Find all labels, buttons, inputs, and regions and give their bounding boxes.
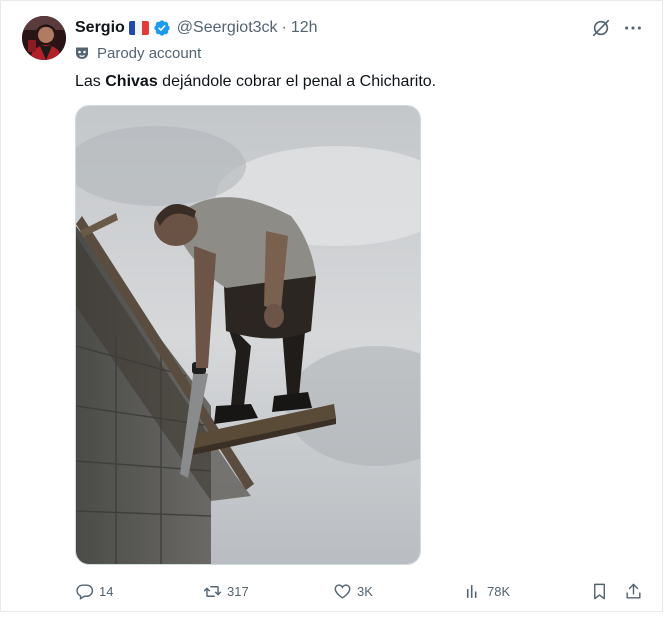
retweet-button[interactable]: 317	[203, 582, 249, 601]
avatar[interactable]	[22, 16, 66, 60]
reply-count: 14	[99, 583, 114, 599]
share-icon	[626, 583, 641, 599]
parody-label-text: Parody account	[97, 44, 202, 62]
parody-mask-icon	[75, 46, 89, 60]
heart-icon	[334, 583, 351, 599]
tweet-timestamp[interactable]: 12h	[291, 19, 318, 37]
author-handle[interactable]: @Seergiot3ck	[177, 19, 278, 37]
france-flag-icon	[128, 21, 149, 35]
tweet-text-bold: Chivas	[105, 73, 158, 90]
grok-icon[interactable]	[590, 17, 612, 39]
bookmark-icon	[594, 583, 605, 599]
author-name[interactable]: Sergio	[75, 19, 125, 37]
retweet-icon	[203, 585, 222, 597]
retweet-count: 317	[227, 583, 249, 599]
action-bar: 14 317 3K 78K	[75, 579, 647, 603]
verified-badge-icon[interactable]	[153, 19, 171, 37]
more-icon[interactable]	[622, 17, 644, 39]
tweet-text: Las Chivas dejándole cobrar el penal a C…	[75, 71, 436, 93]
like-count: 3K	[357, 583, 373, 599]
like-button[interactable]: 3K	[333, 582, 373, 601]
reply-icon	[76, 583, 94, 600]
parody-label: Parody account	[75, 43, 201, 63]
tweet-header: Sergio @Seergiot3ck · 12h	[75, 17, 318, 39]
tweet-text-part: Las	[75, 73, 106, 90]
photo-image	[76, 106, 420, 564]
tweet-photo[interactable]	[75, 105, 421, 565]
bookmark-button[interactable]	[590, 582, 609, 601]
reply-button[interactable]: 14	[75, 582, 113, 601]
views-chart-icon	[466, 584, 477, 598]
tweet-text-part: dejándole cobrar el penal a Chicharito.	[157, 73, 437, 90]
tweet-card[interactable]: Sergio @Seergiot3ck · 12h Parody account	[0, 0, 663, 612]
share-button[interactable]	[624, 582, 643, 601]
views-button[interactable]: 78K	[463, 582, 510, 601]
separator-dot: ·	[281, 19, 287, 36]
avatar-image	[22, 16, 66, 60]
top-actions	[590, 17, 644, 39]
views-count: 78K	[487, 583, 511, 599]
